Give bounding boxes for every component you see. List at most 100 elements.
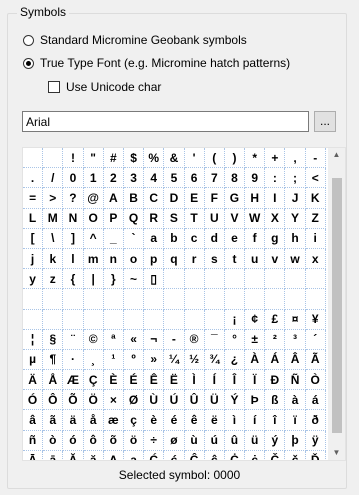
symbol-cell[interactable]: à: [285, 390, 306, 411]
symbol-cell[interactable]: À: [245, 349, 266, 371]
symbol-cell[interactable]: í: [245, 410, 266, 431]
symbol-cell[interactable]: ¨: [63, 329, 84, 350]
symbol-cell[interactable]: §: [43, 329, 64, 350]
symbol-cell[interactable]: (: [204, 148, 225, 169]
symbol-cell[interactable]: o: [123, 248, 145, 270]
symbol-cell[interactable]: [63, 309, 84, 330]
symbol-cell[interactable]: L: [23, 208, 44, 229]
symbol-cell[interactable]: ¹: [103, 349, 124, 371]
browse-font-button[interactable]: ...: [314, 111, 336, 132]
symbol-cell[interactable]: G: [224, 188, 246, 209]
symbol-cell[interactable]: Ď: [306, 450, 326, 460]
symbol-cell[interactable]: ¢: [245, 309, 266, 330]
symbol-cell[interactable]: 0: [63, 168, 84, 189]
symbol-cell[interactable]: ^: [83, 228, 104, 249]
symbol-cell[interactable]: #: [103, 148, 124, 169]
symbol-cell[interactable]: D: [164, 188, 185, 209]
symbol-cell[interactable]: [224, 289, 246, 310]
symbol-cell[interactable]: ½: [184, 349, 205, 371]
symbol-cell[interactable]: P: [103, 208, 124, 229]
symbol-cell[interactable]: ï: [285, 410, 306, 431]
symbol-cell[interactable]: i: [305, 228, 326, 249]
symbol-cell[interactable]: Ú: [164, 390, 185, 411]
symbol-cell[interactable]: t: [224, 248, 246, 270]
symbol-cell[interactable]: č: [285, 450, 306, 460]
symbol-cell[interactable]: U: [204, 208, 225, 229]
symbol-cell[interactable]: >: [43, 188, 64, 209]
use-unicode-checkbox-box[interactable]: [48, 81, 60, 93]
symbol-cell[interactable]: 6: [184, 168, 205, 189]
symbol-cell[interactable]: r: [184, 248, 205, 270]
symbol-cell[interactable]: ç: [123, 410, 145, 431]
symbol-cell[interactable]: ñ: [23, 430, 44, 451]
symbol-cell[interactable]: Û: [184, 390, 205, 411]
symbol-cell[interactable]: [184, 309, 205, 330]
symbol-cell[interactable]: F: [204, 188, 225, 209]
symbol-cell[interactable]: j: [23, 248, 44, 270]
symbol-cell[interactable]: [43, 289, 64, 310]
symbol-cell[interactable]: â: [23, 410, 44, 431]
radio-standard-geobank-indicator[interactable]: [23, 34, 34, 46]
symbol-cell[interactable]: ¾: [204, 349, 225, 371]
symbol-cell[interactable]: Ü: [204, 390, 225, 411]
symbol-cell[interactable]: [245, 269, 266, 290]
symbol-cell[interactable]: X: [265, 208, 286, 229]
symbol-cell[interactable]: ·: [63, 349, 84, 371]
radio-standard-geobank[interactable]: Standard Micromine Geobank symbols: [23, 32, 247, 48]
symbol-cell[interactable]: g: [265, 228, 286, 249]
symbol-cell[interactable]: x: [305, 248, 326, 270]
symbol-cell[interactable]: $: [123, 148, 145, 169]
symbol-cell[interactable]: ¡: [224, 309, 246, 330]
symbol-cell[interactable]: !: [63, 148, 84, 169]
symbol-cell[interactable]: î: [265, 410, 286, 431]
symbol-cell[interactable]: 5: [164, 168, 185, 189]
symbol-cell[interactable]: Ý: [224, 390, 246, 411]
symbol-cell[interactable]: ß: [265, 390, 286, 411]
symbol-cell[interactable]: Î: [224, 370, 246, 391]
symbol-cell[interactable]: [164, 289, 185, 310]
symbol-cell[interactable]: I: [265, 188, 286, 209]
symbol-cell[interactable]: Č: [265, 450, 286, 460]
symbol-cell[interactable]: Ą: [104, 450, 124, 460]
symbol-cell[interactable]: Í: [204, 370, 225, 391]
symbol-cell[interactable]: [83, 309, 104, 330]
symbol-cell[interactable]: ¼: [164, 349, 185, 371]
font-name-input[interactable]: [22, 111, 309, 132]
symbol-cell[interactable]: É: [123, 370, 145, 391]
symbol-cell[interactable]: ø: [164, 430, 185, 451]
symbol-cell[interactable]: ;: [285, 168, 306, 189]
symbol-cell[interactable]: }: [103, 269, 124, 290]
symbol-cell[interactable]: ~: [123, 269, 145, 290]
symbol-cell[interactable]: ä: [63, 410, 84, 431]
symbol-cell[interactable]: W: [245, 208, 266, 229]
symbol-cell[interactable]: ì: [224, 410, 246, 431]
symbol-cell[interactable]: {: [63, 269, 84, 290]
symbol-cell[interactable]: Ù: [144, 390, 165, 411]
symbol-cell[interactable]: [204, 289, 225, 310]
symbol-cell[interactable]: [184, 269, 205, 290]
symbol-cell[interactable]: Æ: [63, 370, 84, 391]
symbol-cell[interactable]: Ó: [23, 390, 44, 411]
symbol-cell[interactable]: q: [164, 248, 185, 270]
symbol-cell[interactable]: ): [224, 148, 246, 169]
symbol-cell[interactable]: »: [144, 349, 165, 371]
symbol-cell[interactable]: ': [184, 148, 205, 169]
symbol-cell[interactable]: ?: [63, 188, 84, 209]
symbol-cell[interactable]: ¸: [83, 349, 104, 371]
symbol-cell[interactable]: v: [265, 248, 286, 270]
symbol-cell[interactable]: ,: [285, 148, 306, 169]
symbol-cell[interactable]: Ö: [83, 390, 104, 411]
symbol-cell[interactable]: H: [245, 188, 266, 209]
symbol-cell[interactable]: [144, 289, 165, 310]
symbol-cell[interactable]: :: [265, 168, 286, 189]
symbol-cell[interactable]: ü: [245, 430, 266, 451]
symbol-cell[interactable]: z: [43, 269, 64, 290]
symbol-cell[interactable]: p: [144, 248, 165, 270]
symbol-cell[interactable]: á: [305, 390, 326, 411]
symbol-cell[interactable]: Ċ: [225, 450, 246, 460]
symbol-cell[interactable]: [144, 309, 165, 330]
symbol-cell[interactable]: è: [144, 410, 165, 431]
symbol-cell[interactable]: ´: [305, 329, 326, 350]
symbol-cell[interactable]: é: [164, 410, 185, 431]
symbol-cell[interactable]: Ç: [83, 370, 104, 391]
